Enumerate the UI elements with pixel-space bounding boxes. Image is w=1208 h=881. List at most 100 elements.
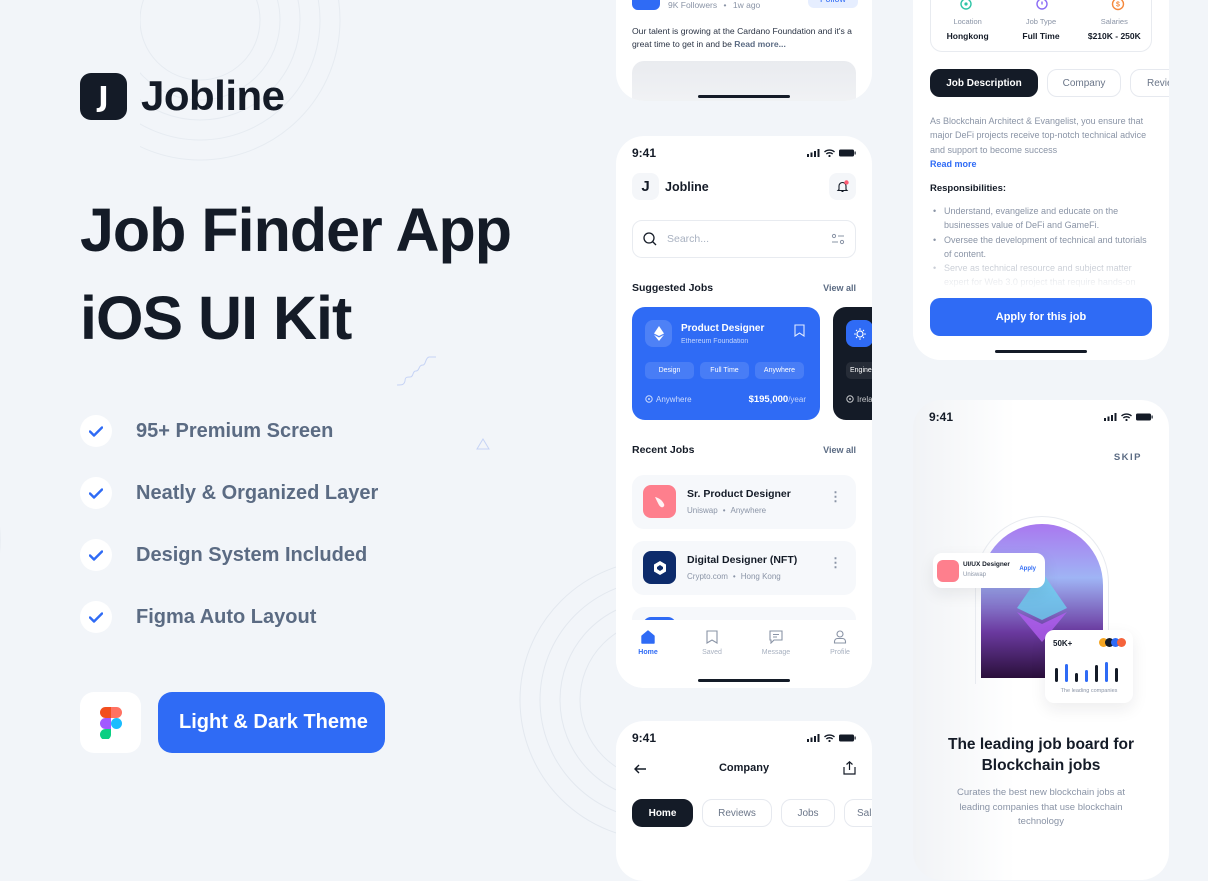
filter-icon[interactable] <box>831 233 845 245</box>
stat-salary: $ Salaries $210K - 250K <box>1079 0 1149 51</box>
skip-button[interactable]: SKIP <box>1114 452 1142 463</box>
job-location: Hong Kong <box>740 572 781 581</box>
onboarding-screen: 9:41 SKIP UI/UX Designer Uniswap Apply 5… <box>913 400 1169 880</box>
job-meta: Uniswap • Anywhere <box>687 506 767 515</box>
responsibility-text: Oversee the development of technical and… <box>944 234 1147 259</box>
stat-location: Location Hongkong <box>933 0 1003 51</box>
tab-job-description[interactable]: Job Description <box>930 69 1038 97</box>
battery-icon <box>839 149 856 157</box>
battery-icon <box>839 734 856 742</box>
svg-text:$: $ <box>1116 2 1120 9</box>
suggested-jobs-title: Suggested Jobs <box>632 282 714 294</box>
job-title: Sr. Product Designer <box>687 488 791 500</box>
feature-label: Design System Included <box>136 543 368 566</box>
hero-title: Job Finder App iOS UI Kit <box>80 186 512 362</box>
nav-home[interactable]: Home <box>623 630 673 688</box>
more-options-icon[interactable]: ⋮ <box>829 556 842 569</box>
home-icon <box>641 630 655 644</box>
tab-reviews[interactable]: Reviews <box>702 799 772 827</box>
stat-label: Job Type <box>1025 17 1057 26</box>
job-detail-tabs: Job Description Company Reviews <box>930 69 1169 97</box>
more-options-icon[interactable]: ⋮ <box>829 490 842 503</box>
recent-jobs-title: Recent Jobs <box>632 444 695 456</box>
search-input[interactable]: Search... <box>632 220 856 258</box>
responsibility-item: • Oversee the development of technical an… <box>933 234 1147 259</box>
tab-home[interactable]: Home <box>632 799 693 827</box>
tab-company[interactable]: Company <box>1047 69 1121 97</box>
status-icons <box>807 149 856 157</box>
status-time: 9:41 <box>632 146 657 160</box>
location-icon <box>846 395 854 403</box>
wifi-icon <box>1121 413 1132 421</box>
feature-label: 95+ Premium Screen <box>136 419 334 442</box>
recent-job-item[interactable]: Sr. Product Designer Uniswap • Anywhere ⋮ <box>632 475 856 529</box>
stat-value: Full Time <box>1022 31 1060 41</box>
read-more-link[interactable]: Read more <box>930 159 977 169</box>
tab-reviews[interactable]: Reviews <box>1130 69 1169 97</box>
responsibilities-title: Responsibilities: <box>930 183 1007 194</box>
suggested-view-all-link[interactable]: View all <box>823 283 856 293</box>
signal-icon <box>1104 413 1117 421</box>
mini-bar <box>1055 668 1058 682</box>
light-dark-theme-button[interactable]: Light & Dark Theme <box>158 692 385 753</box>
stat-value: Hongkong <box>946 31 989 41</box>
floating-job-card: UI/UX Designer Uniswap Apply <box>933 553 1045 588</box>
recent-view-all-link[interactable]: View all <box>823 445 856 455</box>
bookmark-icon[interactable] <box>794 324 805 337</box>
location-text: Anywhere <box>656 395 692 404</box>
onboarding-headline: The leading job board for Blockchain job… <box>948 736 1134 774</box>
feature-item: 95+ Premium Screen <box>80 400 378 462</box>
stats-card: 50K+ The leading companies <box>1045 630 1133 703</box>
apply-for-job-button[interactable]: Apply for this job <box>930 298 1152 336</box>
post-meta: 9K Followers • 1w ago <box>668 0 761 10</box>
bookmark-icon <box>706 630 718 644</box>
feature-label: Neatly & Organized Layer <box>136 481 379 504</box>
follow-button[interactable]: Follow <box>808 0 858 8</box>
company-post-screen: 9K Followers • 1w ago Follow Our talent … <box>616 0 872 101</box>
battery-icon <box>1136 413 1153 421</box>
floating-apply-button[interactable]: Apply <box>1019 566 1036 572</box>
search-placeholder: Search... <box>667 233 710 245</box>
tab-salaries[interactable]: Salaries <box>844 799 872 827</box>
nav-label: Home <box>638 649 658 656</box>
uniswap-logo-icon <box>643 485 676 518</box>
location-icon <box>645 395 653 403</box>
status-bar: 9:41 <box>616 721 872 749</box>
uniswap-logo-icon <box>937 560 959 582</box>
suggested-job-card-2[interactable]: Engineer Ireland <box>833 307 872 420</box>
clock-icon <box>1036 0 1048 10</box>
suggested-job-card[interactable]: Product Designer Ethereum Foundation Des… <box>632 307 820 420</box>
figma-icon[interactable] <box>80 692 141 753</box>
recent-job-item[interactable]: Digital Designer (NFT) Crypto.com • Hong K… <box>632 541 856 595</box>
job-tags: Design Full Time Anywhere <box>645 362 804 379</box>
post-text: Our talent is growing at the Cardano Fou… <box>632 25 860 51</box>
wifi-icon <box>824 734 835 742</box>
status-icons <box>1104 413 1153 421</box>
floating-job-title: UI/UX Designer <box>963 561 1010 568</box>
mini-bar <box>1105 662 1108 682</box>
check-icon <box>80 601 112 633</box>
mini-bar <box>1095 665 1098 682</box>
avatar <box>1117 638 1126 647</box>
mini-bar-chart <box>1055 662 1118 682</box>
share-icon[interactable] <box>843 761 856 775</box>
home-indicator <box>698 679 790 682</box>
description-body: As Blockchain Architect & Evangelist, yo… <box>930 116 1147 155</box>
profile-icon <box>833 630 847 644</box>
responsibility-item: • Understand, evangelize and educate on t… <box>933 206 1119 231</box>
stats-value: 50K+ <box>1053 639 1073 648</box>
nav-label: Message <box>761 649 791 656</box>
job-location: Anywhere <box>645 395 692 404</box>
nav-profile[interactable]: Profile <box>815 630 865 688</box>
company-logo <box>632 0 660 10</box>
job-company: Crypto.com <box>687 572 728 581</box>
notification-button[interactable] <box>829 173 856 200</box>
hero-line-1: Job Finder App <box>80 196 512 264</box>
status-bar: 9:41 <box>913 400 1169 428</box>
stat-value: $210K - 250K <box>1087 31 1141 41</box>
tab-jobs[interactable]: Jobs <box>781 799 835 827</box>
read-more-link[interactable]: Read more... <box>734 39 786 49</box>
mini-bar <box>1115 668 1118 682</box>
feature-list: 95+ Premium Screen Neatly & Organized La… <box>80 400 378 648</box>
home-indicator <box>698 95 790 98</box>
